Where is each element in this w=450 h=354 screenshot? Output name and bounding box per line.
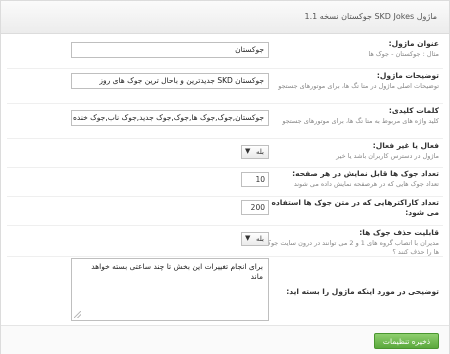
closed-message-label: توضیحی در مورد اینکه ماژول را بسته اید:	[286, 287, 439, 296]
max-chars-label-group: تعداد کاراکترهایی که در متن جوک ها استفا…	[259, 198, 440, 218]
row-keywords: کلمات کلیدی: کلید واژه های مربوط به متا …	[1, 104, 449, 138]
module-description-label: توضیحات ماژول:	[376, 71, 439, 80]
row-active: فعال یا غیر فعال: ماژول در دسترس کاربران…	[1, 139, 449, 167]
module-description-label-group: توضیحات ماژول: توضیحات اصلی ماژول در متا…	[269, 71, 439, 91]
row-closed-message: توضیحی در مورد اینکه ماژول را بسته اید: …	[1, 257, 449, 323]
delete-ability-desc: مدیران با اتصاب گروه های 1 و 2 می توانند…	[265, 239, 439, 256]
active-desc: ماژول در دسترس کاربران باشد یا خیر	[336, 152, 439, 160]
row-jokes-per-page: تعداد جوک ها قابل نمایش در هر صفحه: تعدا…	[1, 168, 449, 196]
module-title-input[interactable]: جوکستان	[71, 42, 269, 58]
resize-grip-icon[interactable]	[74, 311, 81, 318]
settings-panel: ماژول SKD Jokes جوکستان نسخه 1.1 عنوان م…	[0, 0, 450, 354]
module-title-desc: مثال : جوکستان - جوک ها	[368, 50, 439, 58]
active-label-group: فعال یا غیر فعال: ماژول در دسترس کاربران…	[269, 141, 439, 161]
chevron-down-icon: ▼	[245, 234, 251, 242]
jokes-per-page-label-group: تعداد جوک ها قابل نمایش در هر صفحه: تعدا…	[259, 169, 439, 189]
keywords-desc: کلید واژه های مربوط به متا تگ ها، برای م…	[282, 117, 439, 125]
delete-ability-label: قابلیت حذف جوک ها:	[359, 228, 439, 237]
jokes-per-page-label: تعداد جوک ها قابل نمایش در هر صفحه:	[292, 169, 439, 178]
row-max-chars: تعداد کاراکترهایی که در متن جوک ها استفا…	[1, 197, 449, 225]
active-select[interactable]: بله ▼	[241, 145, 269, 159]
keywords-label-group: کلمات کلیدی: کلید واژه های مربوط به متا …	[269, 106, 439, 126]
delete-ability-select[interactable]: بله ▼	[241, 232, 269, 246]
jokes-per-page-input[interactable]: 10	[241, 172, 269, 187]
active-select-value: بله	[255, 148, 264, 156]
module-title-label-group: عنوان ماژول: مثال : جوکستان - جوک ها	[269, 39, 439, 59]
row-delete-ability: قابلیت حذف جوک ها: مدیران با اتصاب گروه …	[1, 226, 449, 256]
module-title-label: عنوان ماژول:	[388, 39, 439, 48]
row-module-description: توضیحات ماژول: توضیحات اصلی ماژول در متا…	[1, 69, 449, 103]
closed-message-textarea[interactable]: برای انجام تغییرات این بخش تا چند ساعتی …	[71, 258, 269, 321]
panel-header: ماژول SKD Jokes جوکستان نسخه 1.1	[1, 1, 449, 34]
panel-title: ماژول SKD Jokes جوکستان نسخه 1.1	[304, 12, 437, 21]
keywords-label: کلمات کلیدی:	[388, 106, 439, 115]
active-label: فعال یا غیر فعال:	[372, 141, 439, 150]
jokes-per-page-desc: تعداد جوک هایی که در هرصفحه نمایش داده م…	[293, 180, 439, 188]
row-module-title: عنوان ماژول: مثال : جوکستان - جوک ها جوک…	[1, 37, 449, 67]
closed-message-label-group: توضیحی در مورد اینکه ماژول را بسته اید:	[269, 287, 439, 297]
closed-message-text: برای انجام تغییرات این بخش تا چند ساعتی …	[91, 262, 263, 281]
module-description-desc: توضیحات اصلی ماژول در متا تگ ها، برای مو…	[278, 82, 439, 90]
delete-ability-select-value: بله	[255, 235, 264, 243]
save-settings-button[interactable]: ذخیره تنظیمات	[374, 333, 439, 349]
module-description-input[interactable]: جوکستان SKD جدیدترین و باحال ترین جوک ها…	[71, 73, 269, 89]
delete-ability-label-group: قابلیت حذف جوک ها: مدیران با اتصاب گروه …	[259, 228, 439, 257]
keywords-input[interactable]: جوکستان,جوک,جوک ها,جوک,جوک جدید,جوک ناب,…	[71, 110, 269, 126]
panel-footer: ذخیره تنظیمات	[1, 325, 449, 354]
max-chars-input[interactable]: 200	[241, 200, 269, 215]
max-chars-label: تعداد کاراکترهایی که در متن جوک ها استفا…	[271, 198, 440, 217]
chevron-down-icon: ▼	[245, 147, 251, 155]
